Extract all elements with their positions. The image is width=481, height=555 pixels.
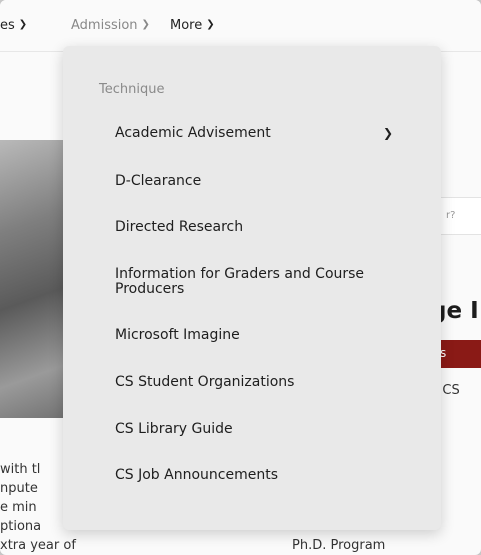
nav-item-admission[interactable]: Admission ❯ (71, 18, 150, 33)
menu-item-cs-student-organizations[interactable]: CS Student Organizations (115, 375, 405, 390)
page: es ❯ Admission ❯ More ❯ r? ge I s n CS w… (0, 0, 481, 555)
menu-item-microsoft-imagine[interactable]: Microsoft Imagine (115, 328, 405, 343)
nav-item-label: es (0, 18, 15, 33)
search-placeholder: r? (446, 210, 456, 221)
menu-item-d-clearance[interactable]: D-Clearance (115, 174, 405, 189)
nav-item-courses[interactable]: es ❯ (0, 18, 27, 33)
phd-program-link[interactable]: Ph.D. Program (292, 538, 385, 553)
nav-item-label: More (170, 18, 203, 33)
paragraph-line: xtra year of study (0, 538, 80, 553)
more-dropdown-menu: Technique Academic Advisement ❯ D-Cleara… (63, 46, 441, 530)
menu-item-label: Directed Research (115, 219, 244, 235)
nav-item-label: Admission (71, 18, 138, 33)
menu-item-cs-job-announcements[interactable]: CS Job Announcements (115, 468, 405, 483)
menu-item-graders-course-producers[interactable]: Information for Graders and Course Produ… (115, 267, 405, 297)
menu-item-label: Microsoft Imagine (115, 327, 240, 343)
nav-item-more[interactable]: More ❯ (170, 18, 215, 33)
chevron-down-icon: ❯ (18, 19, 28, 30)
menu-item-academic-advisement[interactable]: Academic Advisement ❯ (115, 126, 405, 141)
menu-item-label: CS Job Announcements (115, 467, 278, 483)
top-navigation: es ❯ Admission ❯ More ❯ (0, 0, 481, 52)
menu-item-directed-research[interactable]: Directed Research (115, 220, 405, 235)
menu-item-label: Academic Advisement (115, 125, 271, 141)
chevron-down-icon: ❯ (141, 19, 150, 30)
menu-item-label: CS Student Organizations (115, 374, 295, 390)
menu-item-cs-library-guide[interactable]: CS Library Guide (115, 422, 405, 437)
chevron-down-icon: ❯ (206, 19, 215, 30)
menu-item-label: CS Library Guide (115, 421, 233, 437)
menu-item-label: D-Clearance (115, 173, 202, 189)
chevron-right-icon: ❯ (383, 126, 394, 140)
dropdown-heading: Technique (99, 82, 165, 97)
menu-item-label: Information for Graders and Course Produ… (115, 266, 365, 297)
